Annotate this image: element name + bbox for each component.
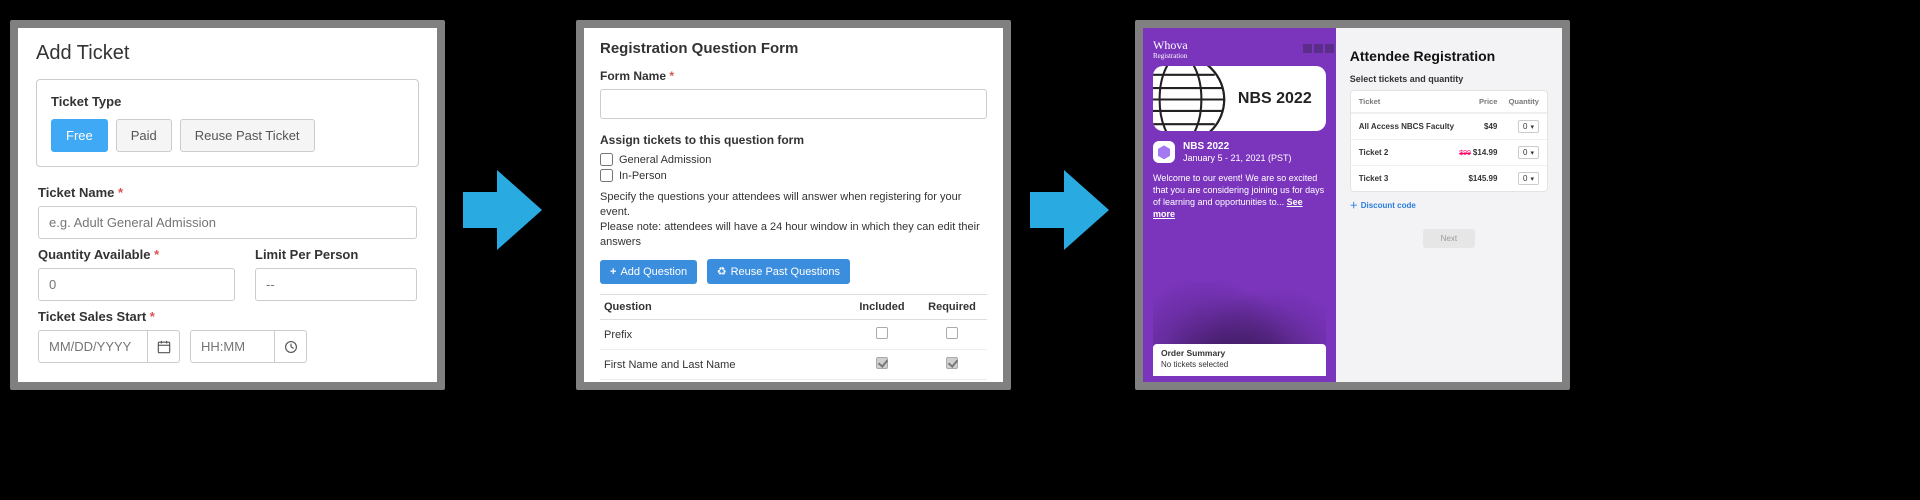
chevron-down-icon: ▾: [1530, 149, 1534, 157]
plus-icon: ＋: [1350, 200, 1358, 211]
ticket-name-label: Ticket Name: [38, 185, 417, 200]
add-question-button[interactable]: + Add Question: [600, 260, 697, 284]
recycle-icon: ♻: [717, 265, 727, 278]
event-meta: NBS 2022 January 5 - 21, 2021 (PST): [1153, 141, 1326, 164]
ticket-price-strike: $99: [1459, 150, 1471, 157]
form-name-label: Form Name: [600, 69, 987, 83]
assign-option-label: In-Person: [619, 170, 667, 182]
brand-logo: Whova: [1153, 38, 1188, 52]
banner-title: NBS 2022: [1238, 90, 1312, 108]
col-ticket: Ticket: [1359, 97, 1456, 106]
questions-table: Question Included Required PrefixFirst N…: [600, 294, 987, 382]
sales-start-time-input[interactable]: [190, 330, 275, 363]
attendee-registration-preview-card: Whova Registration NBS 2022: [1135, 20, 1570, 390]
assign-tickets-label: Assign tickets to this question form: [600, 133, 987, 147]
ticket-row: Ticket 3 $145.99 0▾: [1351, 165, 1547, 191]
registration-question-form-card: Registration Question Form Form Name Ass…: [576, 20, 1011, 390]
clock-icon[interactable]: [275, 330, 307, 363]
brand-subtitle: Registration: [1153, 53, 1326, 60]
quantity-select[interactable]: 0▾: [1518, 146, 1539, 159]
order-summary-title: Order Summary: [1161, 348, 1318, 358]
plus-icon: +: [610, 266, 616, 278]
question-cell: Prefix: [600, 320, 847, 350]
assign-checkbox[interactable]: [600, 169, 613, 182]
next-button[interactable]: Next: [1423, 229, 1475, 248]
limit-per-person-input[interactable]: [255, 268, 417, 301]
window-controls-icon: [1294, 44, 1334, 54]
required-checkbox[interactable]: [946, 357, 958, 369]
ticket-type-reuse-button[interactable]: Reuse Past Ticket: [180, 119, 315, 152]
order-summary-empty: No tickets selected: [1161, 360, 1318, 369]
add-ticket-title: Add Ticket: [36, 42, 419, 65]
ticket-name: All Access NBCS Faculty: [1359, 122, 1454, 131]
ticket-type-paid-button[interactable]: Paid: [116, 119, 172, 152]
order-summary-card: Order Summary No tickets selected: [1153, 344, 1326, 376]
col-quantity: Quantity: [1497, 97, 1539, 106]
assign-checkbox[interactable]: [600, 153, 613, 166]
event-title: NBS 2022: [1183, 141, 1229, 152]
ticket-price: $145.99: [1468, 174, 1497, 183]
quantity-available-input[interactable]: [38, 268, 235, 301]
quantity-select[interactable]: 0▾: [1518, 172, 1539, 185]
arrow-right-icon: [1030, 170, 1110, 250]
assign-option-in-person[interactable]: In-Person: [600, 169, 987, 182]
preview-main: Attendee Registration Select tickets and…: [1336, 28, 1562, 382]
calendar-icon[interactable]: [148, 330, 180, 363]
col-price: Price: [1456, 97, 1498, 106]
assign-option-general-admission[interactable]: General Admission: [600, 153, 987, 166]
registration-form-title: Registration Question Form: [600, 40, 987, 57]
col-question: Question: [600, 295, 847, 320]
event-dates: January 5 - 21, 2021 (PST): [1183, 153, 1292, 163]
ticket-fields-box: Ticket Name Quantity Available Limit Per…: [36, 185, 419, 363]
table-row: Prefix: [600, 320, 987, 350]
ticket-price: $49: [1484, 122, 1497, 131]
globe-icon: [1153, 66, 1228, 131]
preview-sidebar: Whova Registration NBS 2022: [1143, 28, 1336, 382]
ticket-price: $14.99: [1473, 148, 1497, 157]
limit-per-person-label: Limit Per Person: [255, 247, 417, 262]
table-row: First Name and Last Name: [600, 350, 987, 380]
included-checkbox[interactable]: [876, 357, 888, 369]
event-banner: NBS 2022: [1153, 66, 1326, 131]
ticket-name-input[interactable]: [38, 206, 417, 239]
tickets-table: Ticket Price Quantity All Access NBCS Fa…: [1350, 90, 1548, 192]
question-cell: First Name and Last Name: [600, 350, 847, 380]
chevron-down-icon: ▾: [1530, 123, 1534, 131]
quantity-available-label: Quantity Available: [38, 247, 235, 262]
arrow-right-icon: [463, 170, 543, 250]
ticket-name: Ticket 2: [1359, 148, 1389, 157]
ticket-sales-start-label: Ticket Sales Start: [38, 309, 417, 324]
sales-start-date-input[interactable]: [38, 330, 148, 363]
assign-option-label: General Admission: [619, 154, 711, 166]
question-note: Specify the questions your attendees wil…: [600, 190, 987, 249]
quantity-select[interactable]: 0▾: [1518, 120, 1539, 133]
chevron-down-icon: ▾: [1530, 175, 1534, 183]
included-checkbox[interactable]: [876, 327, 888, 339]
col-required: Required: [917, 295, 987, 320]
form-name-input[interactable]: [600, 89, 987, 119]
ticket-row: All Access NBCS Faculty $49 0▾: [1351, 113, 1547, 139]
add-ticket-card: Add Ticket Ticket Type Free Paid Reuse P…: [10, 20, 445, 390]
reuse-past-questions-button[interactable]: ♻ Reuse Past Questions: [707, 259, 850, 284]
question-cell: Email: [600, 380, 847, 382]
ticket-type-box: Ticket Type Free Paid Reuse Past Ticket: [36, 79, 419, 167]
event-badge-icon: [1153, 141, 1175, 163]
attendee-registration-title: Attendee Registration: [1350, 48, 1548, 64]
discount-code-link[interactable]: ＋ Discount code: [1350, 200, 1416, 211]
ticket-name: Ticket 3: [1359, 174, 1389, 183]
ticket-type-free-button[interactable]: Free: [51, 119, 108, 152]
required-checkbox[interactable]: [946, 327, 958, 339]
col-included: Included: [847, 295, 917, 320]
ticket-row: Ticket 2 $99$14.99 0▾: [1351, 139, 1547, 165]
select-tickets-label: Select tickets and quantity: [1350, 74, 1548, 84]
welcome-text: Welcome to our event! We are so excited …: [1153, 172, 1326, 221]
ticket-type-label: Ticket Type: [51, 94, 404, 109]
table-row: Email: [600, 380, 987, 382]
